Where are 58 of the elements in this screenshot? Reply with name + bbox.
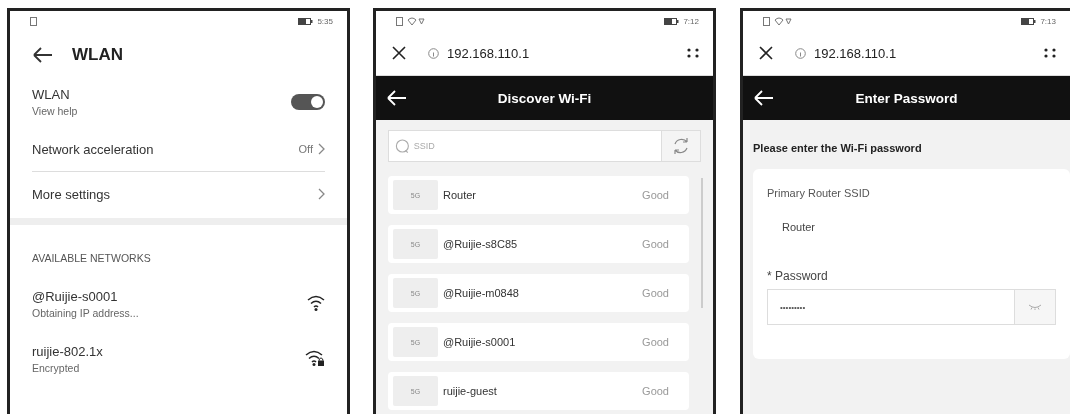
- back-icon[interactable]: [753, 88, 775, 108]
- more-icon[interactable]: [687, 48, 699, 58]
- address-text: 192.168.110.1: [814, 45, 898, 61]
- status-time: 7:12: [683, 16, 699, 26]
- setting-label: WLAN: [32, 87, 71, 102]
- section-header: AVAILABLE NETWORKS: [31, 251, 152, 266]
- network-name[interactable]: @Ruijie-s0001: [32, 288, 139, 304]
- back-icon[interactable]: [386, 88, 408, 108]
- network-name: ruijie-guest: [443, 385, 498, 397]
- address-text: 192.168.110.1: [447, 45, 531, 61]
- back-icon[interactable]: [32, 45, 54, 65]
- sim-icon: [396, 16, 403, 26]
- toggle-switch[interactable]: [291, 94, 325, 110]
- page-title: Discover Wi-Fi: [497, 90, 592, 106]
- battery-icon: [1021, 17, 1037, 25]
- battery-icon: [298, 17, 314, 25]
- password-field[interactable]: •••••••••: [767, 289, 1014, 325]
- network-name: @Ruijie-s0001: [443, 336, 517, 348]
- page-title: WLAN: [72, 45, 123, 65]
- network-status: Encrypted: [32, 361, 81, 374]
- scrollbar[interactable]: [701, 178, 703, 308]
- help-link[interactable]: View help: [32, 105, 78, 117]
- search-icon: [395, 138, 410, 154]
- info-icon: [428, 47, 439, 59]
- ssid-value: Router: [782, 221, 817, 233]
- signal-text: Good: [642, 238, 669, 250]
- signal-text: Good: [642, 287, 669, 299]
- status-time: 7:13: [1040, 16, 1056, 26]
- search-input[interactable]: SSID: [411, 133, 661, 159]
- network-name: @Ruijie-s8C85: [443, 238, 519, 250]
- prompt-text: Please enter the Wi-Fi password: [753, 142, 923, 154]
- field-label: * Password: [767, 269, 829, 283]
- sim-icon: [30, 16, 37, 26]
- network-status: Obtaining IP address...: [32, 306, 139, 319]
- setting-label[interactable]: More settings: [32, 186, 111, 202]
- chevron-icon: [318, 143, 325, 155]
- battery-icon: [664, 17, 680, 25]
- signal-text: Good: [642, 336, 669, 348]
- setting-value: Off: [298, 143, 313, 155]
- sim-icon: [763, 16, 770, 26]
- network-name: @Ruijie-m0848: [443, 287, 520, 299]
- search-field[interactable]: SSID: [388, 130, 661, 162]
- wifi-status-icon: [774, 16, 792, 26]
- close-icon[interactable]: [759, 46, 773, 60]
- status-time: 5:35: [317, 16, 333, 26]
- signal-text: Good: [642, 189, 669, 201]
- field-label: Primary Router SSID: [767, 187, 871, 199]
- setting-label[interactable]: Network acceleration: [32, 141, 154, 157]
- signal-text: Good: [642, 385, 669, 397]
- page-title: Enter Password: [855, 90, 958, 106]
- network-name[interactable]: ruijie-802.1x: [32, 343, 103, 359]
- network-name: Router: [443, 189, 478, 201]
- more-icon[interactable]: [1044, 48, 1056, 58]
- chevron-icon: [318, 188, 325, 200]
- close-icon[interactable]: [392, 46, 406, 60]
- refresh-icon[interactable]: [661, 130, 701, 162]
- info-icon: [795, 47, 806, 59]
- wifi-status-icon: [407, 16, 425, 26]
